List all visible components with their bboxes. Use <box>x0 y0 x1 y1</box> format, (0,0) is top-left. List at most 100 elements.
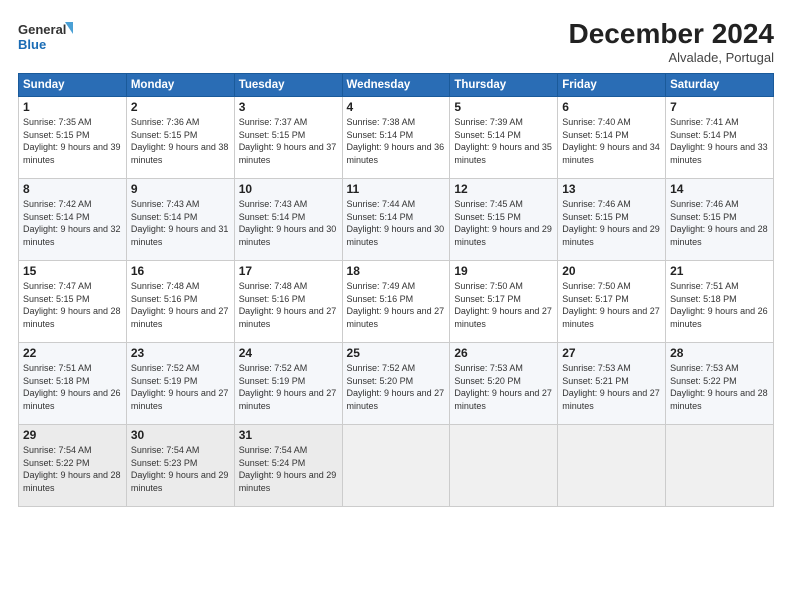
day-number: 14 <box>670 182 769 196</box>
cell-content: Sunrise: 7:54 AMSunset: 5:22 PMDaylight:… <box>23 444 122 494</box>
cell: 15 Sunrise: 7:47 AMSunset: 5:15 PMDaylig… <box>19 261 127 343</box>
svg-text:Blue: Blue <box>18 37 46 52</box>
cell-content: Sunrise: 7:47 AMSunset: 5:15 PMDaylight:… <box>23 280 122 330</box>
col-header-wednesday: Wednesday <box>342 74 450 97</box>
day-number: 13 <box>562 182 661 196</box>
day-number: 16 <box>131 264 230 278</box>
day-number: 12 <box>454 182 553 196</box>
cell: 8 Sunrise: 7:42 AMSunset: 5:14 PMDayligh… <box>19 179 127 261</box>
cell-content: Sunrise: 7:48 AMSunset: 5:16 PMDaylight:… <box>131 280 230 330</box>
cell-content: Sunrise: 7:46 AMSunset: 5:15 PMDaylight:… <box>670 198 769 248</box>
cell-content: Sunrise: 7:41 AMSunset: 5:14 PMDaylight:… <box>670 116 769 166</box>
day-number: 28 <box>670 346 769 360</box>
day-number: 15 <box>23 264 122 278</box>
day-number: 22 <box>23 346 122 360</box>
day-number: 5 <box>454 100 553 114</box>
cell: 23 Sunrise: 7:52 AMSunset: 5:19 PMDaylig… <box>126 343 234 425</box>
week-row-5: 29 Sunrise: 7:54 AMSunset: 5:22 PMDaylig… <box>19 425 774 507</box>
day-number: 20 <box>562 264 661 278</box>
cell-content: Sunrise: 7:44 AMSunset: 5:14 PMDaylight:… <box>347 198 446 248</box>
cell: 20 Sunrise: 7:50 AMSunset: 5:17 PMDaylig… <box>558 261 666 343</box>
cell: 11 Sunrise: 7:44 AMSunset: 5:14 PMDaylig… <box>342 179 450 261</box>
cell-content: Sunrise: 7:52 AMSunset: 5:19 PMDaylight:… <box>131 362 230 412</box>
cell: 22 Sunrise: 7:51 AMSunset: 5:18 PMDaylig… <box>19 343 127 425</box>
cell: 12 Sunrise: 7:45 AMSunset: 5:15 PMDaylig… <box>450 179 558 261</box>
day-number: 18 <box>347 264 446 278</box>
cell: 30 Sunrise: 7:54 AMSunset: 5:23 PMDaylig… <box>126 425 234 507</box>
cell-content: Sunrise: 7:50 AMSunset: 5:17 PMDaylight:… <box>562 280 661 330</box>
cell: 31 Sunrise: 7:54 AMSunset: 5:24 PMDaylig… <box>234 425 342 507</box>
cell <box>342 425 450 507</box>
col-header-tuesday: Tuesday <box>234 74 342 97</box>
cell-content: Sunrise: 7:45 AMSunset: 5:15 PMDaylight:… <box>454 198 553 248</box>
calendar-table: SundayMondayTuesdayWednesdayThursdayFrid… <box>18 73 774 507</box>
cell: 28 Sunrise: 7:53 AMSunset: 5:22 PMDaylig… <box>666 343 774 425</box>
cell: 3 Sunrise: 7:37 AMSunset: 5:15 PMDayligh… <box>234 97 342 179</box>
cell-content: Sunrise: 7:49 AMSunset: 5:16 PMDaylight:… <box>347 280 446 330</box>
cell: 1 Sunrise: 7:35 AMSunset: 5:15 PMDayligh… <box>19 97 127 179</box>
cell: 13 Sunrise: 7:46 AMSunset: 5:15 PMDaylig… <box>558 179 666 261</box>
day-number: 4 <box>347 100 446 114</box>
header: General Blue December 2024 Alvalade, Por… <box>18 18 774 65</box>
day-number: 17 <box>239 264 338 278</box>
cell: 2 Sunrise: 7:36 AMSunset: 5:15 PMDayligh… <box>126 97 234 179</box>
cell-content: Sunrise: 7:48 AMSunset: 5:16 PMDaylight:… <box>239 280 338 330</box>
day-number: 27 <box>562 346 661 360</box>
cell-content: Sunrise: 7:51 AMSunset: 5:18 PMDaylight:… <box>23 362 122 412</box>
day-number: 25 <box>347 346 446 360</box>
day-number: 1 <box>23 100 122 114</box>
cell-content: Sunrise: 7:53 AMSunset: 5:21 PMDaylight:… <box>562 362 661 412</box>
day-number: 31 <box>239 428 338 442</box>
cell: 24 Sunrise: 7:52 AMSunset: 5:19 PMDaylig… <box>234 343 342 425</box>
col-header-sunday: Sunday <box>19 74 127 97</box>
cell <box>558 425 666 507</box>
week-row-1: 1 Sunrise: 7:35 AMSunset: 5:15 PMDayligh… <box>19 97 774 179</box>
cell: 6 Sunrise: 7:40 AMSunset: 5:14 PMDayligh… <box>558 97 666 179</box>
cell-content: Sunrise: 7:51 AMSunset: 5:18 PMDaylight:… <box>670 280 769 330</box>
col-header-monday: Monday <box>126 74 234 97</box>
day-number: 26 <box>454 346 553 360</box>
week-row-2: 8 Sunrise: 7:42 AMSunset: 5:14 PMDayligh… <box>19 179 774 261</box>
cell: 9 Sunrise: 7:43 AMSunset: 5:14 PMDayligh… <box>126 179 234 261</box>
cell: 4 Sunrise: 7:38 AMSunset: 5:14 PMDayligh… <box>342 97 450 179</box>
cell-content: Sunrise: 7:50 AMSunset: 5:17 PMDaylight:… <box>454 280 553 330</box>
cell: 25 Sunrise: 7:52 AMSunset: 5:20 PMDaylig… <box>342 343 450 425</box>
day-number: 8 <box>23 182 122 196</box>
cell: 27 Sunrise: 7:53 AMSunset: 5:21 PMDaylig… <box>558 343 666 425</box>
cell-content: Sunrise: 7:42 AMSunset: 5:14 PMDaylight:… <box>23 198 122 248</box>
day-number: 7 <box>670 100 769 114</box>
cell: 7 Sunrise: 7:41 AMSunset: 5:14 PMDayligh… <box>666 97 774 179</box>
logo-svg: General Blue <box>18 18 73 56</box>
day-number: 6 <box>562 100 661 114</box>
cell-content: Sunrise: 7:35 AMSunset: 5:15 PMDaylight:… <box>23 116 122 166</box>
cell: 29 Sunrise: 7:54 AMSunset: 5:22 PMDaylig… <box>19 425 127 507</box>
title-block: December 2024 Alvalade, Portugal <box>569 18 774 65</box>
day-number: 9 <box>131 182 230 196</box>
cell: 19 Sunrise: 7:50 AMSunset: 5:17 PMDaylig… <box>450 261 558 343</box>
day-number: 10 <box>239 182 338 196</box>
day-number: 2 <box>131 100 230 114</box>
cell <box>450 425 558 507</box>
cell: 14 Sunrise: 7:46 AMSunset: 5:15 PMDaylig… <box>666 179 774 261</box>
day-number: 23 <box>131 346 230 360</box>
cell-content: Sunrise: 7:54 AMSunset: 5:23 PMDaylight:… <box>131 444 230 494</box>
header-row: SundayMondayTuesdayWednesdayThursdayFrid… <box>19 74 774 97</box>
day-number: 24 <box>239 346 338 360</box>
cell-content: Sunrise: 7:43 AMSunset: 5:14 PMDaylight:… <box>239 198 338 248</box>
day-number: 21 <box>670 264 769 278</box>
day-number: 29 <box>23 428 122 442</box>
day-number: 3 <box>239 100 338 114</box>
col-header-friday: Friday <box>558 74 666 97</box>
month-title: December 2024 <box>569 18 774 50</box>
week-row-4: 22 Sunrise: 7:51 AMSunset: 5:18 PMDaylig… <box>19 343 774 425</box>
cell <box>666 425 774 507</box>
day-number: 11 <box>347 182 446 196</box>
cell-content: Sunrise: 7:52 AMSunset: 5:19 PMDaylight:… <box>239 362 338 412</box>
cell: 17 Sunrise: 7:48 AMSunset: 5:16 PMDaylig… <box>234 261 342 343</box>
location: Alvalade, Portugal <box>569 50 774 65</box>
logo: General Blue <box>18 18 73 56</box>
cell: 10 Sunrise: 7:43 AMSunset: 5:14 PMDaylig… <box>234 179 342 261</box>
week-row-3: 15 Sunrise: 7:47 AMSunset: 5:15 PMDaylig… <box>19 261 774 343</box>
cell-content: Sunrise: 7:36 AMSunset: 5:15 PMDaylight:… <box>131 116 230 166</box>
cell: 5 Sunrise: 7:39 AMSunset: 5:14 PMDayligh… <box>450 97 558 179</box>
